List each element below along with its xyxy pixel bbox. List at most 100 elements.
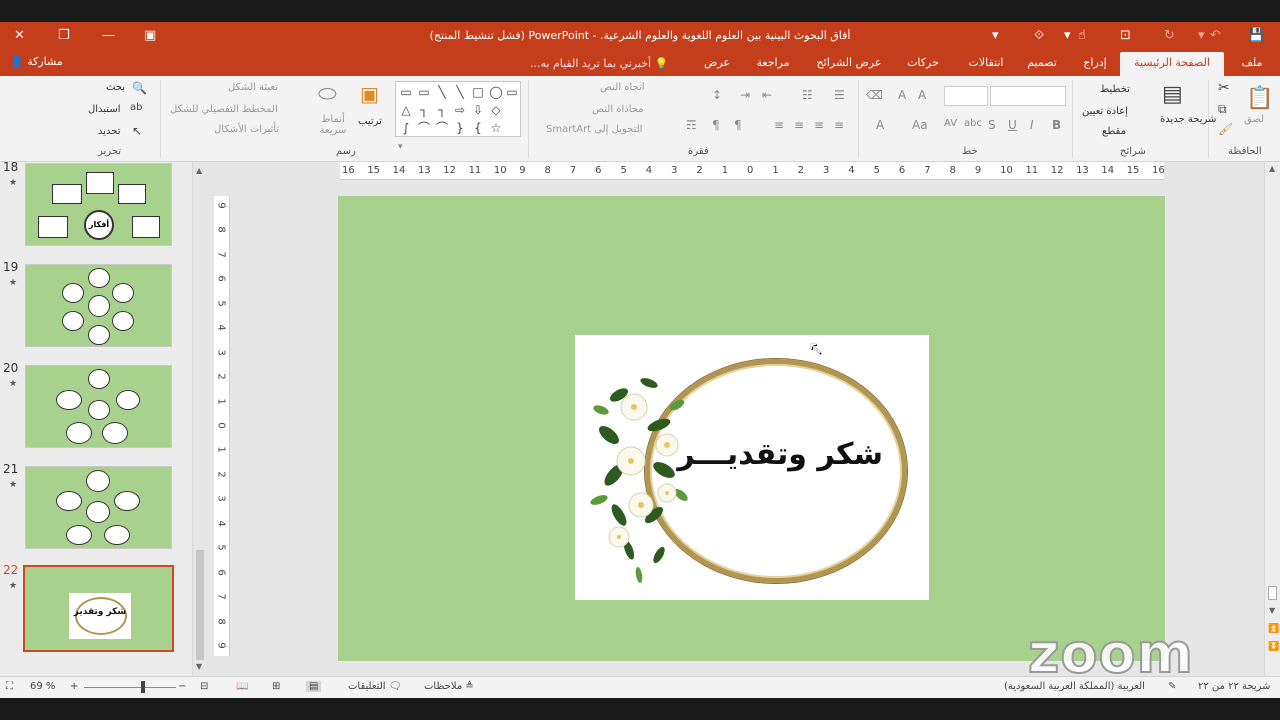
thumbnail-scrollbar[interactable]: ▲ ▼ [192,162,206,676]
star-shape-icon[interactable]: ☆ [488,120,504,136]
previous-slide-icon[interactable]: ⏫ [1268,624,1279,634]
customize-toolbar-icon[interactable]: ▾ [992,28,999,43]
ltr-icon[interactable]: ¶ [712,118,720,132]
scroll-up-icon[interactable]: ▲ [1269,164,1275,173]
tab-home[interactable]: الصفحة الرئيسية [1120,52,1224,76]
tab-insert[interactable]: إدراج [1076,52,1114,76]
scroll-down-icon[interactable]: ▼ [196,662,202,671]
strikethrough-icon[interactable]: abc [964,118,982,129]
cut-icon[interactable]: ✂ [1218,80,1230,96]
bullets-icon[interactable]: ☰ [834,88,845,102]
underline-icon[interactable]: U [1008,118,1017,132]
tab-transitions[interactable]: انتقالات [958,52,1014,76]
copy-icon[interactable]: ⧉ [1218,102,1227,117]
tab-slideshow[interactable]: عرض الشرائح [808,52,890,76]
align-right-icon[interactable]: ≡ [834,118,844,132]
shape-effects-button[interactable]: تأثيرات الأشكال [214,124,279,135]
slide-thumbnail-22[interactable]: شكر وتقدير [23,565,174,652]
decrease-indent-icon[interactable]: ⇤ [762,88,772,102]
arc-shape-icon[interactable]: ⌒ [416,120,432,136]
zoom-level[interactable]: 69 % [30,681,55,692]
quick-styles-icon[interactable]: ⬭ [318,82,337,107]
align-center-icon[interactable]: ≡ [814,118,824,132]
thank-you-picture[interactable]: شكر وتقديـــر [575,335,929,600]
decrease-font-icon[interactable]: A [918,88,926,102]
text-shadow-icon[interactable]: S [988,118,996,132]
line-shape-icon[interactable]: ╲ [434,84,450,100]
tell-me-box[interactable]: 💡 أخبرني بما تريد القيام به... [530,57,668,70]
scrollbar-thumb[interactable] [196,550,204,660]
bold-icon[interactable]: B [1052,118,1061,132]
slide-thumbnail-19[interactable] [25,264,172,347]
new-slide-button[interactable]: شريحة جديدة [1160,114,1216,125]
clear-formatting-icon[interactable]: ⌫ [866,88,883,102]
shape-fill-button[interactable]: تعبئة الشكل [228,82,278,93]
triangle-shape-icon[interactable]: △ [398,102,414,118]
italic-icon[interactable]: I [1030,118,1034,132]
slide-canvas[interactable]: شكر وتقديـــر ↖ [338,196,1165,661]
minimize-icon[interactable]: — [102,28,115,43]
arrange-icon[interactable]: ▣ [360,82,379,106]
close-icon[interactable]: ✕ [14,28,25,43]
fit-to-window-icon[interactable]: ⛶ [6,681,13,692]
columns-icon[interactable]: ☶ [686,118,697,132]
normal-view-icon[interactable]: ▤ [306,681,322,692]
new-slide-icon[interactable]: ▤ [1162,82,1183,107]
line-spacing-icon[interactable]: ↕ [712,88,722,102]
paste-icon[interactable]: 📋 [1246,86,1273,111]
rectangle-shape-icon[interactable]: □ [470,84,486,100]
notes-button[interactable]: ملاحظات ≜ [424,681,474,692]
replace-button[interactable]: استبدال [88,104,121,115]
paste-button[interactable]: لصق [1244,114,1264,125]
layout-button[interactable]: تخطيط [1100,84,1130,95]
connector-shape-icon[interactable]: ┐ [434,102,450,118]
line-shape-icon[interactable]: ╲ [452,84,468,100]
font-name-box[interactable] [990,86,1066,106]
curve-shape-icon[interactable]: ∫ [398,120,414,136]
rectangle-shape-icon[interactable]: ▭ [416,84,432,100]
next-slide-icon[interactable]: ⏬ [1268,642,1279,652]
restore-icon[interactable]: ❐ [58,28,70,43]
oval-shape-icon[interactable]: ◯ [488,84,504,100]
font-size-box[interactable] [944,86,988,106]
language-indicator[interactable]: العربية (المملكة العربية السعودية) [1004,681,1145,692]
undo-dropdown-icon[interactable]: ▾ [1198,28,1205,43]
slide-thumbnail-21[interactable] [25,466,172,549]
undo-icon[interactable]: ↶ [1210,28,1221,43]
brace-shape-icon[interactable]: { [470,120,486,136]
shapes-gallery[interactable]: ▭ ▭ ╲ ╲ □ ◯ ▭ △ ┐ ┐ ⇨ ⇩ ◇ ∫ ⌒ ⌒ } { ☆ [395,81,521,137]
find-button[interactable]: بحث [106,82,125,93]
reset-button[interactable]: إعادة تعيين [1082,106,1128,117]
select-button[interactable]: تحديد [98,126,121,137]
align-text-button[interactable]: محاذاة النص [592,104,644,115]
scrollbar-thumb[interactable] [1268,586,1277,600]
format-painter-icon[interactable]: 🖌 [1218,122,1233,136]
shapes-more-icon[interactable]: ▾ [398,142,403,152]
slideshow-view-icon[interactable]: ⊟ [200,681,208,692]
start-slideshow-icon[interactable]: ⊡ [1120,28,1131,43]
quick-styles-button[interactable]: أنماط سريعة [316,114,350,136]
rectangle-shape-icon[interactable]: ▭ [504,84,520,100]
arrow-down-shape-icon[interactable]: ⇩ [470,102,486,118]
increase-indent-icon[interactable]: ⇥ [740,88,750,102]
slide-sorter-view-icon[interactable]: ⊞ [272,681,280,692]
share-button[interactable]: 👤 مشاركة [10,55,63,68]
numbering-icon[interactable]: ☷ [802,88,813,102]
save-icon[interactable]: 💾 [1248,28,1264,43]
rtl-icon[interactable]: ¶ [734,118,742,132]
textbox-shape-icon[interactable]: ▭ [398,84,414,100]
section-button[interactable]: مقطع [1102,126,1126,137]
shapes-quick-icon[interactable]: ⟐ [1034,28,1044,43]
zoom-slider-thumb[interactable] [141,681,145,693]
connector-shape-icon[interactable]: ┐ [416,102,432,118]
convert-smartart-button[interactable]: التحويل إلى SmartArt [546,124,642,135]
comments-button[interactable]: التعليقات 🗨 [348,681,401,692]
tab-review[interactable]: مراجعة [748,52,798,76]
reading-view-icon[interactable]: 📖 [236,681,248,692]
zoom-in-icon[interactable]: + [70,681,78,692]
change-case-icon[interactable]: Aa [912,118,928,132]
repeat-icon[interactable]: ↻ [1164,28,1175,43]
char-spacing-icon[interactable]: AV [944,118,957,129]
zoom-out-icon[interactable]: − [178,681,186,692]
align-left-icon[interactable]: ≡ [794,118,804,132]
